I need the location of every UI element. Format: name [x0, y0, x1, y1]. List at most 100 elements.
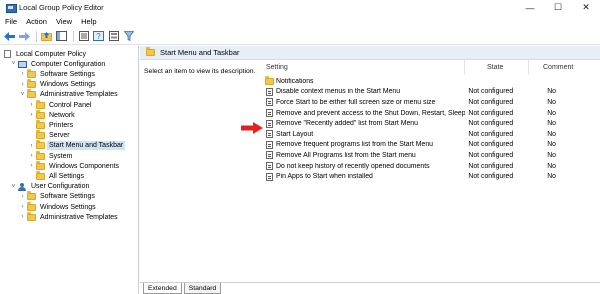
- table-row[interactable]: Force Start to be either full screen siz…: [263, 97, 600, 108]
- tree-item-label: Administrative Templates: [40, 213, 118, 221]
- table-row[interactable]: Disable context menus in the Start Menu N…: [263, 87, 600, 98]
- toolbar-separator: [36, 30, 37, 42]
- chevron-right-icon[interactable]: ›: [28, 141, 35, 150]
- setting-comment: No: [547, 120, 556, 128]
- policy-setting-icon: [266, 172, 274, 181]
- column-comment-label: Comment: [543, 64, 574, 71]
- tree-item[interactable]: Local Computer Policy: [2, 49, 88, 59]
- computer-icon: [17, 60, 27, 68]
- tree-item[interactable]: › Software Settings: [19, 191, 97, 202]
- view-tabs: Extended Standard: [140, 282, 600, 294]
- setting-state: Not configured: [468, 173, 514, 181]
- show-hide-tree-button[interactable]: [55, 30, 68, 43]
- tree-item[interactable]: › System: [28, 150, 74, 161]
- column-header-setting[interactable]: Setting: [263, 60, 465, 75]
- tree-item[interactable]: › Windows Settings: [19, 79, 98, 90]
- tree-item[interactable]: All Settings: [28, 170, 86, 181]
- menu-help[interactable]: Help: [81, 17, 96, 26]
- tree-item[interactable]: ˅ Administrative Templates: [19, 89, 120, 100]
- menu-action[interactable]: Action: [26, 17, 47, 26]
- tree-item[interactable]: › Software Settings: [19, 68, 97, 79]
- maximize-button[interactable]: ☐: [544, 0, 572, 15]
- user-icon: [18, 182, 26, 191]
- doc-icon: [3, 50, 11, 58]
- policy-setting-icon: [266, 151, 274, 160]
- tree-item[interactable]: Server: [28, 130, 72, 141]
- help-icon: ?: [93, 31, 104, 41]
- chevron-right-icon[interactable]: ›: [19, 192, 26, 201]
- chevron-right-icon[interactable]: ›: [19, 213, 26, 222]
- tab-extended[interactable]: Extended: [143, 283, 182, 294]
- row-icon-wrap: [264, 119, 276, 128]
- close-button[interactable]: ✕: [572, 0, 600, 15]
- chevron-right-icon[interactable]: ›: [28, 162, 35, 171]
- filter-button[interactable]: [122, 30, 135, 43]
- tree-item-label: Windows Components: [49, 162, 120, 170]
- tree-item[interactable]: ˅ Computer Configuration: [10, 59, 107, 69]
- row-icon-wrap: [264, 98, 276, 107]
- setting-state: Not configured: [468, 98, 514, 106]
- folder-icon: [35, 130, 45, 140]
- tree-item-label: Windows Settings: [40, 203, 96, 211]
- up-folder-button[interactable]: [40, 30, 53, 43]
- toolbar: ?: [0, 28, 600, 45]
- help-button[interactable]: ?: [92, 30, 105, 43]
- table-row[interactable]: Remove All Programs list from the Start …: [263, 150, 600, 161]
- column-header-state[interactable]: State: [465, 60, 529, 75]
- table-row[interactable]: Notifications: [263, 75, 600, 87]
- tree-item[interactable]: › Network: [28, 109, 77, 120]
- details-header: Start Menu and Taskbar: [140, 46, 600, 60]
- chevron-right-icon[interactable]: ›: [19, 203, 26, 212]
- properties-icon: [108, 31, 119, 41]
- chevron-down-icon[interactable]: ˅: [19, 90, 26, 99]
- table-row[interactable]: Remove "Recently added" list from Start …: [263, 118, 600, 129]
- table-row[interactable]: Do not keep history of recently opened d…: [263, 161, 600, 172]
- doc-icon-wrap: [2, 50, 12, 59]
- red-arrow-icon: [241, 122, 263, 134]
- menu-file[interactable]: File: [5, 17, 17, 26]
- setting-comment: No: [547, 109, 556, 117]
- chevron-down-icon[interactable]: ˅: [10, 182, 17, 191]
- chevron-right-icon[interactable]: ›: [28, 152, 35, 161]
- tree-item[interactable]: Printers: [28, 119, 75, 130]
- tree-item[interactable]: › Start Menu and Taskbar: [28, 140, 126, 151]
- filter-icon: [123, 31, 134, 41]
- folder-icon-wrap: [35, 140, 45, 150]
- minimize-button[interactable]: —: [516, 0, 544, 15]
- table-row[interactable]: Start Layout Not configured No: [263, 129, 600, 140]
- policy-setting-icon: [266, 130, 274, 139]
- tree-item[interactable]: ˅ User Configuration: [10, 182, 91, 192]
- setting-state: Not configured: [468, 120, 514, 128]
- tree-item[interactable]: › Control Panel: [28, 99, 93, 110]
- column-header-comment[interactable]: Comment: [529, 60, 600, 75]
- tree-item[interactable]: › Windows Settings: [19, 201, 98, 212]
- tree-item-label: Administrative Templates: [40, 91, 118, 99]
- menu-view[interactable]: View: [56, 17, 72, 26]
- tree-item[interactable]: › Administrative Templates: [19, 211, 120, 222]
- setting-name: Do not keep history of recently opened d…: [275, 162, 430, 170]
- up-folder-icon: [41, 32, 52, 41]
- setting-comment: No: [547, 130, 556, 138]
- table-row[interactable]: Pin Apps to Start when installed Not conf…: [263, 171, 600, 182]
- back-button[interactable]: [3, 30, 16, 43]
- table-row[interactable]: Remove frequent programs list from the S…: [263, 140, 600, 151]
- folder-icon: [35, 140, 45, 150]
- chevron-right-icon[interactable]: ›: [28, 101, 35, 110]
- chevron-right-icon[interactable]: ›: [19, 70, 26, 79]
- row-icon-wrap: [264, 140, 276, 149]
- column-state-label: State: [487, 64, 504, 71]
- chevron-down-icon[interactable]: ˅: [10, 60, 17, 69]
- computer-icon-wrap: [17, 60, 27, 69]
- forward-button[interactable]: [18, 30, 31, 43]
- chevron-right-icon[interactable]: ›: [19, 80, 26, 89]
- tab-standard[interactable]: Standard: [183, 283, 222, 294]
- toolbar-separator: [73, 30, 74, 42]
- chevron-right-icon[interactable]: ›: [28, 111, 35, 120]
- properties-button[interactable]: [107, 30, 120, 43]
- export-list-button[interactable]: [77, 30, 90, 43]
- table-row[interactable]: Remove and prevent access to the Shut Do…: [263, 108, 600, 119]
- folder-icon: [35, 119, 45, 129]
- tree-item[interactable]: › Windows Components: [28, 160, 121, 171]
